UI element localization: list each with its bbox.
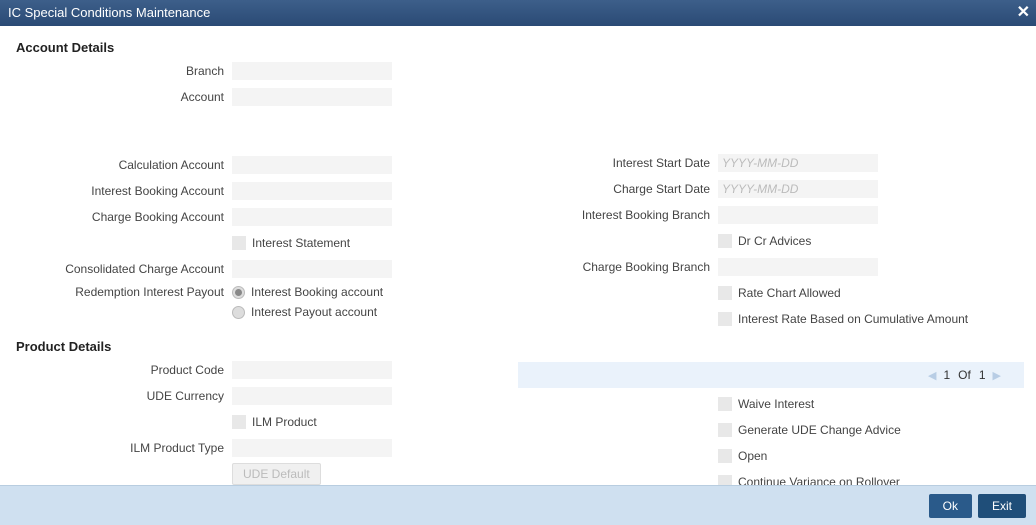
ilm-product-checkbox[interactable] xyxy=(232,415,246,429)
redemption-payout-label: Redemption Interest Payout xyxy=(12,283,232,299)
content-area: Account Details Branch Account Calculati… xyxy=(0,26,1036,485)
chg-book-account-label: Charge Booking Account xyxy=(12,210,232,224)
account-input[interactable] xyxy=(232,88,392,106)
branch-label: Branch xyxy=(12,64,232,78)
charge-start-label: Charge Start Date xyxy=(518,182,718,196)
redemption-radio-booking[interactable] xyxy=(232,286,245,299)
product-code-label: Product Code xyxy=(12,363,232,377)
interest-statement-checkbox[interactable] xyxy=(232,236,246,250)
calc-account-label: Calculation Account xyxy=(12,158,232,172)
int-book-branch-input[interactable] xyxy=(718,206,878,224)
int-book-account-input[interactable] xyxy=(232,182,392,200)
account-label: Account xyxy=(12,90,232,104)
chg-book-account-input[interactable] xyxy=(232,208,392,226)
charge-start-input[interactable] xyxy=(718,180,878,198)
redemption-radio-payout[interactable] xyxy=(232,306,245,319)
cons-charge-account-label: Consolidated Charge Account xyxy=(12,262,232,276)
rate-chart-label: Rate Chart Allowed xyxy=(738,286,841,300)
int-book-account-label: Interest Booking Account xyxy=(12,184,232,198)
ilm-product-type-input[interactable] xyxy=(232,439,392,457)
waive-interest-label: Waive Interest xyxy=(738,397,814,411)
interest-start-input[interactable] xyxy=(718,154,878,172)
pager-first-icon[interactable]: ◀ xyxy=(928,369,936,382)
account-details-heading: Account Details xyxy=(16,40,1024,55)
pager-total: 1 xyxy=(979,368,986,382)
product-details-heading: Product Details xyxy=(16,339,1024,354)
pager-next-icon[interactable]: ▶ xyxy=(993,369,1001,382)
ilm-product-label: ILM Product xyxy=(252,415,317,429)
branch-input[interactable] xyxy=(232,62,392,80)
close-icon[interactable]: ✕ xyxy=(1017,0,1030,26)
pager-bar: ◀ 1 Of 1 ▶ xyxy=(518,362,1024,388)
redemption-radio-booking-label: Interest Booking account xyxy=(251,285,383,299)
ude-default-button: UDE Default xyxy=(232,463,321,485)
footer: Ok Exit xyxy=(0,485,1036,525)
rate-cumulative-checkbox[interactable] xyxy=(718,312,732,326)
dr-cr-advices-label: Dr Cr Advices xyxy=(738,234,811,248)
open-label: Open xyxy=(738,449,767,463)
interest-statement-label: Interest Statement xyxy=(252,236,350,250)
chg-book-branch-input[interactable] xyxy=(718,258,878,276)
titlebar: IC Special Conditions Maintenance ✕ xyxy=(0,0,1036,26)
gen-ude-advice-checkbox[interactable] xyxy=(718,423,732,437)
exit-button[interactable]: Exit xyxy=(978,494,1026,518)
ok-button[interactable]: Ok xyxy=(929,494,972,518)
cons-charge-account-input[interactable] xyxy=(232,260,392,278)
rate-chart-checkbox[interactable] xyxy=(718,286,732,300)
dr-cr-advices-checkbox[interactable] xyxy=(718,234,732,248)
waive-interest-checkbox[interactable] xyxy=(718,397,732,411)
gen-ude-advice-label: Generate UDE Change Advice xyxy=(738,423,901,437)
product-code-input[interactable] xyxy=(232,361,392,379)
cont-variance-checkbox[interactable] xyxy=(718,475,732,485)
ude-currency-input[interactable] xyxy=(232,387,392,405)
cont-variance-label: Continue Variance on Rollover xyxy=(738,475,900,485)
rate-cumulative-label: Interest Rate Based on Cumulative Amount xyxy=(738,312,968,326)
pager-current: 1 xyxy=(943,368,950,382)
open-checkbox[interactable] xyxy=(718,449,732,463)
chg-book-branch-label: Charge Booking Branch xyxy=(518,260,718,274)
pager-of: Of xyxy=(958,368,971,382)
ilm-product-type-label: ILM Product Type xyxy=(12,441,232,455)
ude-currency-label: UDE Currency xyxy=(12,389,232,403)
int-book-branch-label: Interest Booking Branch xyxy=(518,208,718,222)
window-title: IC Special Conditions Maintenance xyxy=(8,5,210,20)
calc-account-input[interactable] xyxy=(232,156,392,174)
redemption-radio-payout-label: Interest Payout account xyxy=(251,305,377,319)
interest-start-label: Interest Start Date xyxy=(518,156,718,170)
